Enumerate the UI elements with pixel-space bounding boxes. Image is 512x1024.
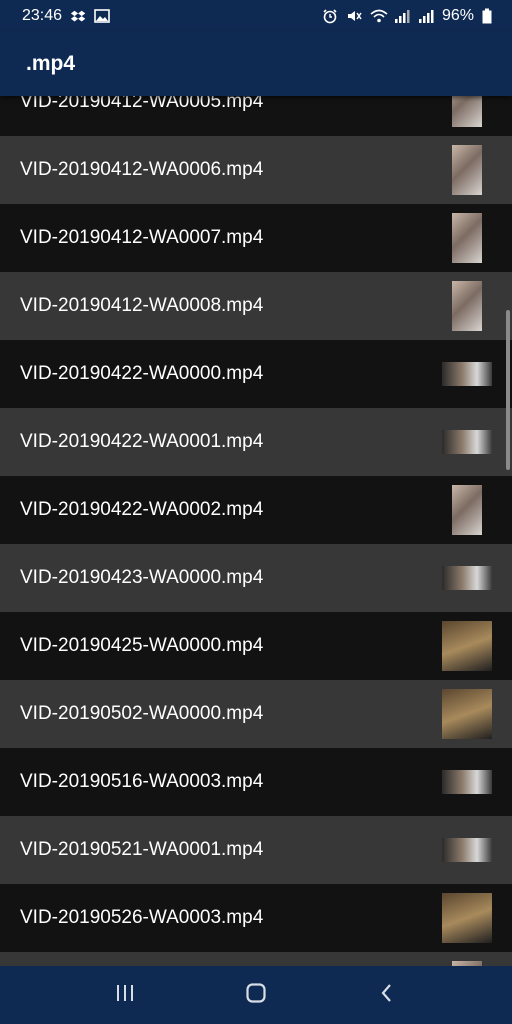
video-thumbnail xyxy=(442,689,492,739)
file-list[interactable]: VID-20190412-WA0005.mp4 VID-20190412-WA00… xyxy=(0,96,512,966)
status-bar: 23:46 96% xyxy=(0,0,512,32)
video-thumbnail xyxy=(442,757,492,807)
list-item[interactable]: VID-20190412-WA0008.mp4 xyxy=(0,272,512,340)
battery-percent: 96% xyxy=(441,7,474,24)
video-thumbnail xyxy=(442,96,492,127)
thumbnail-image xyxy=(452,213,482,263)
file-name: VID-20190423-WA0000.mp4 xyxy=(20,567,264,588)
thumbnail-image xyxy=(442,838,492,862)
video-thumbnail xyxy=(442,213,492,263)
back-icon xyxy=(379,982,395,1009)
thumbnail-image xyxy=(442,362,492,386)
thumbnail-image xyxy=(452,485,482,535)
video-thumbnail xyxy=(442,417,492,467)
video-thumbnail xyxy=(442,485,492,535)
thumbnail-image xyxy=(452,145,482,195)
scrollbar[interactable] xyxy=(506,310,510,470)
thumbnail-image xyxy=(442,566,492,590)
file-name: VID-20190526-WA0003.mp4 xyxy=(20,907,264,928)
thumbnail-image xyxy=(452,96,482,127)
home-button[interactable] xyxy=(236,975,276,1015)
list-item[interactable]: VID-20190521-WA0001.mp4 xyxy=(0,816,512,884)
app-bar: .mp4 xyxy=(0,32,512,96)
image-icon xyxy=(94,8,110,24)
thumbnail-image xyxy=(442,430,492,454)
file-name: VID-20190412-WA0007.mp4 xyxy=(20,227,264,248)
thumbnail-image xyxy=(442,770,492,794)
screen: 23:46 96% .mp4 VID-20190412-WA0005.mp4 V… xyxy=(0,0,512,1024)
list-item[interactable]: VID-20190412-WA0005.mp4 xyxy=(0,96,512,136)
video-thumbnail xyxy=(442,349,492,399)
video-thumbnail xyxy=(442,893,492,943)
recent-apps-button[interactable] xyxy=(105,975,145,1015)
video-thumbnail xyxy=(442,281,492,331)
thumbnail-image xyxy=(442,689,492,739)
list-item[interactable]: VID-20190425-WA0000.mp4 xyxy=(0,612,512,680)
file-name: VID-20190412-WA0005.mp4 xyxy=(20,96,264,112)
mute-icon xyxy=(346,8,362,24)
thumbnail-image xyxy=(442,621,492,671)
list-item[interactable]: VID-20190422-WA0002.mp4 xyxy=(0,476,512,544)
thumbnail-image xyxy=(452,281,482,331)
list-item[interactable]: VID-20190422-WA0001.mp4 xyxy=(0,408,512,476)
list-item[interactable]: VID-20190502-WA0000.mp4 xyxy=(0,680,512,748)
signal-icon xyxy=(394,8,410,24)
file-name: VID-20190422-WA0001.mp4 xyxy=(20,431,264,452)
file-name: VID-20190422-WA0002.mp4 xyxy=(20,499,264,520)
battery-icon xyxy=(482,8,498,24)
file-name: VID-20190412-WA0008.mp4 xyxy=(20,295,264,316)
file-name: VID-20190425-WA0000.mp4 xyxy=(20,635,264,656)
status-left: 23:46 xyxy=(22,7,110,25)
wifi-icon xyxy=(370,8,388,24)
list-item[interactable]: VID-20190423-WA0000.mp4 xyxy=(0,544,512,612)
video-thumbnail xyxy=(442,621,492,671)
page-title: .mp4 xyxy=(26,52,76,75)
file-name: VID-20190422-WA0000.mp4 xyxy=(20,363,264,384)
list-item[interactable]: VID-20190412-WA0006.mp4 xyxy=(0,136,512,204)
signal-icon xyxy=(418,8,434,24)
video-thumbnail xyxy=(442,825,492,875)
back-button[interactable] xyxy=(367,975,407,1015)
list-item[interactable]: VID-20190526-WA0003.mp4 xyxy=(0,884,512,952)
dropbox-icon xyxy=(70,8,86,24)
video-thumbnail xyxy=(442,553,492,603)
file-name: VID-20190502-WA0000.mp4 xyxy=(20,703,264,724)
video-thumbnail xyxy=(442,145,492,195)
list-item[interactable]: VID-20190412-WA0007.mp4 xyxy=(0,204,512,272)
list-item[interactable]: VID-20190516-WA0003.mp4 xyxy=(0,748,512,816)
list-item[interactable]: VID-20190422-WA0000.mp4 xyxy=(0,340,512,408)
alarm-icon xyxy=(322,8,338,24)
file-name: VID-20190412-WA0006.mp4 xyxy=(20,159,264,180)
thumbnail-image xyxy=(442,893,492,943)
file-name: VID-20190516-WA0003.mp4 xyxy=(20,771,264,792)
recent-apps-icon xyxy=(114,983,136,1008)
file-name: VID-20190521-WA0001.mp4 xyxy=(20,839,264,860)
status-right: 96% xyxy=(322,7,498,25)
navigation-bar xyxy=(0,966,512,1024)
list-item[interactable] xyxy=(0,952,512,966)
status-time: 23:46 xyxy=(22,7,63,24)
home-icon xyxy=(245,982,267,1009)
